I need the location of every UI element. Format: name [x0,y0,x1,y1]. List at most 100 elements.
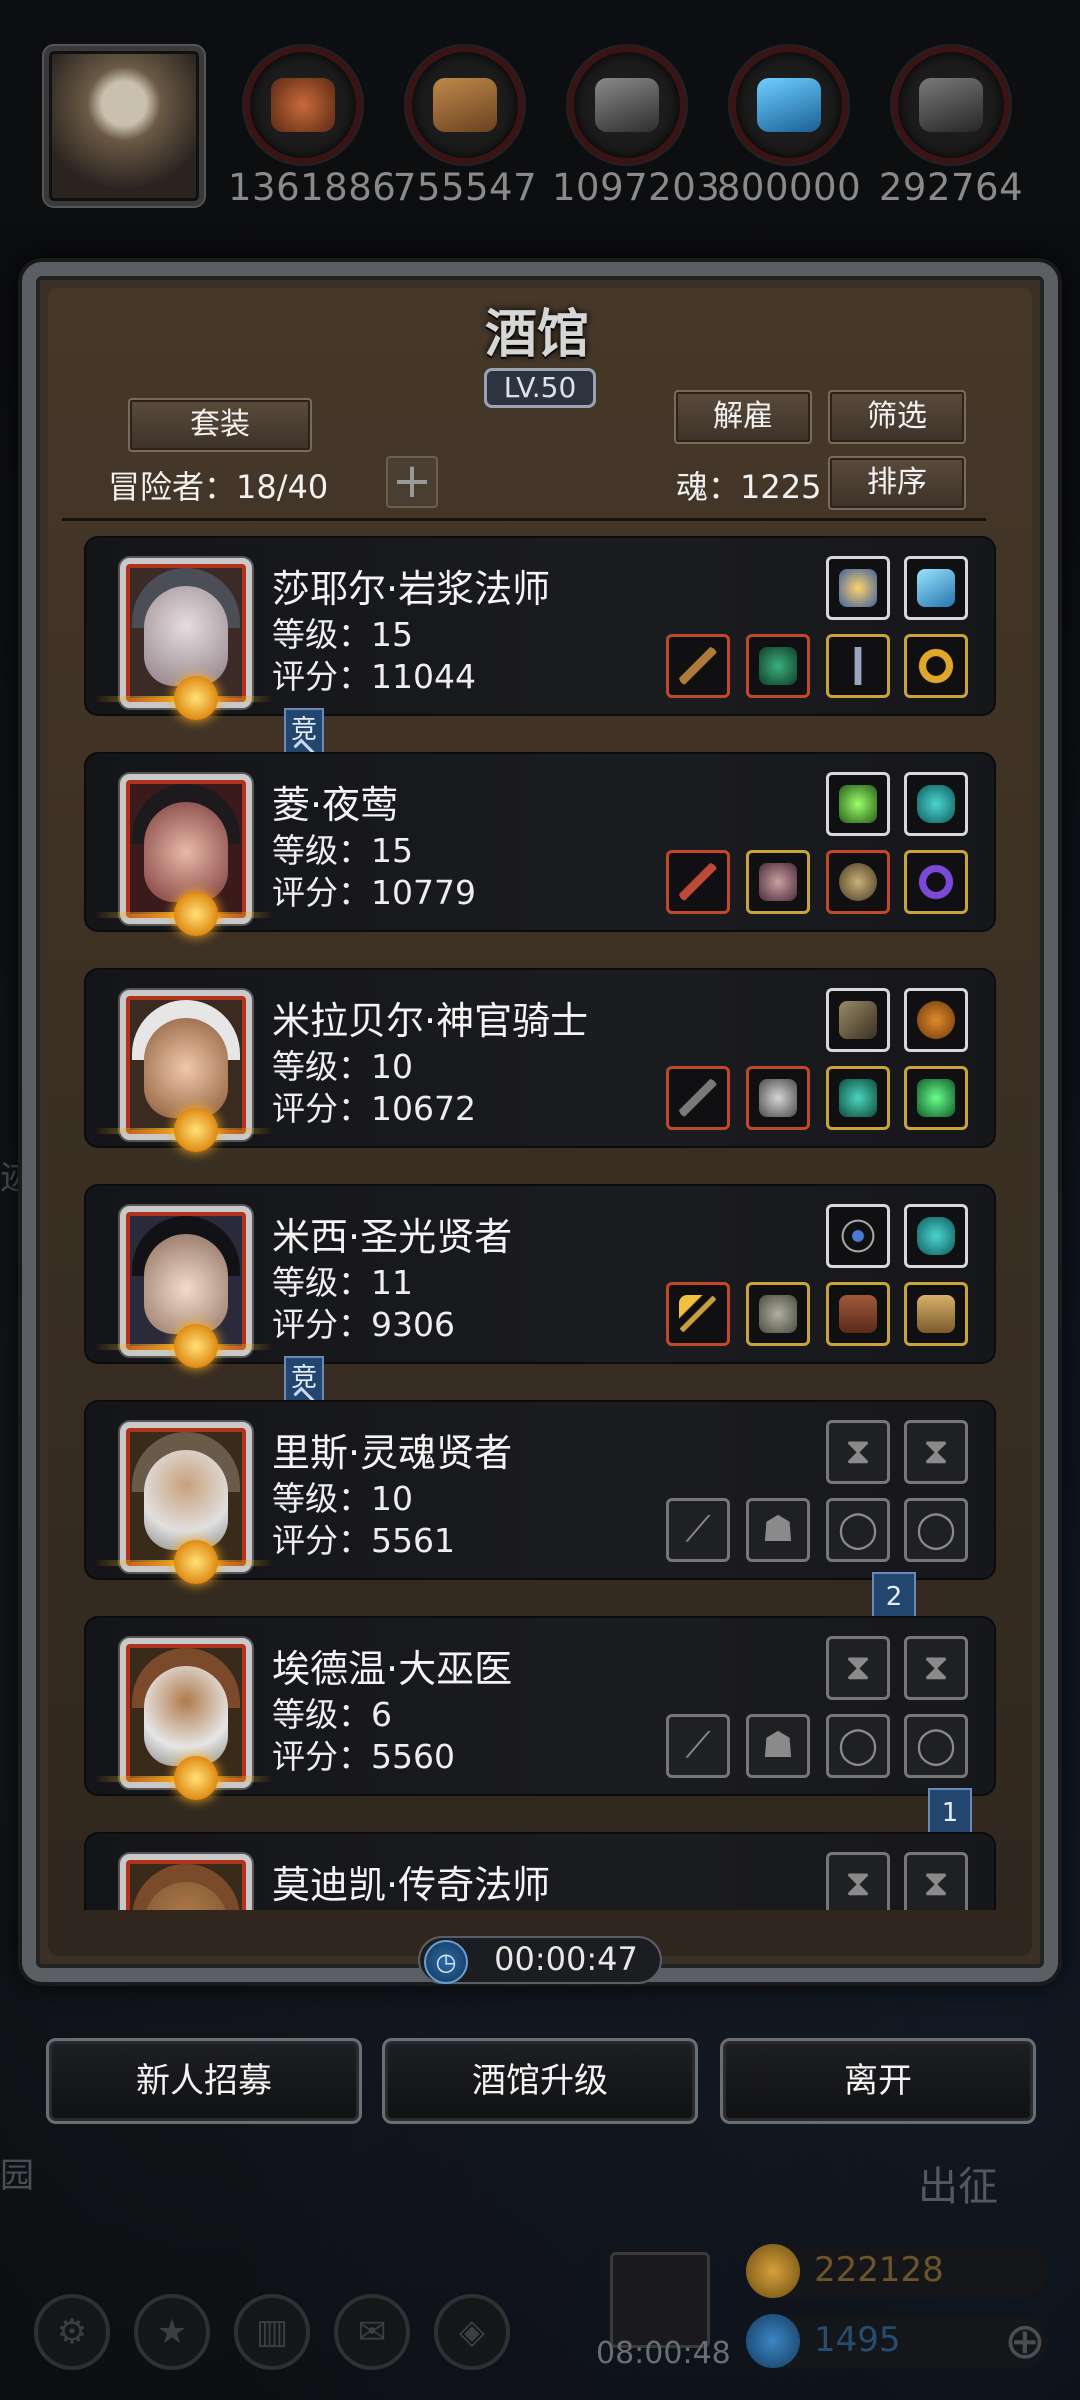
adventurer-level: 等级：15 [272,615,413,654]
rank-medal-icon [174,1540,218,1584]
leave-button[interactable]: 离开 [720,2038,1036,2124]
adventurer-score: 评分：5560 [272,1737,455,1776]
dismiss-button[interactable]: 解雇 [674,390,812,444]
resource-value: 1097203 [552,166,721,209]
empty-ring-slot-icon[interactable]: ◯ [904,1714,968,1778]
fur-armor-icon[interactable] [746,1282,810,1346]
adventurer-score: 评分：9306 [272,1305,455,1344]
staff-icon[interactable] [666,634,730,698]
adventurer-card[interactable]: ☗ 埃德温·大巫医 等级：6 评分：5560 ⧗ ⧗ ⟋ ☗ ◯ ◯ [84,1616,996,1800]
empty-weapon-slot-icon[interactable]: ⟋ [666,1498,730,1562]
adventurer-level: 等级：10 [272,1479,413,1518]
adventurer-card[interactable]: 菱·夜莺 等级：15 评分：10779 [84,752,996,936]
filter-button[interactable]: 筛选 [828,390,966,444]
empty-ring-slot-icon[interactable]: ◯ [904,1498,968,1562]
adventurer-name: 菱·夜莺 [272,783,399,827]
sort-button[interactable]: 排序 [828,456,966,510]
crystal-icon [757,78,821,132]
resource-value: 755547 [392,166,538,209]
recruit-button[interactable]: 新人招募 [46,2038,362,2124]
upgrade-tavern-button[interactable]: 酒馆升级 [382,2038,698,2124]
player-avatar[interactable] [44,46,204,206]
scroll-icon[interactable] [904,1282,968,1346]
adventurer-name: 米拉贝尔·神官骑士 [272,999,589,1043]
necklace-icon[interactable] [826,1204,890,1268]
rank-medal-icon [174,1324,218,1368]
empty-accessory-slot-icon[interactable]: ⧗ [826,1636,890,1700]
adventurer-score: 评分：10672 [272,1089,476,1128]
adventurer-card[interactable]: ☗ 里斯·灵魂贤者 等级：10 评分：5561 ⧗ ⧗ ⟋ ☗ ◯ ◯ [84,1400,996,1584]
gem-stone-icon[interactable] [904,1204,968,1268]
tavern-title: 酒馆 [484,304,589,365]
crystal-shard-icon[interactable] [904,556,968,620]
adventurer-level: 等级：10 [272,1047,413,1086]
adventurer-level: 等级：6 [272,1695,392,1734]
resource-steel: 292764 [876,46,1026,209]
adventurer-score: 评分：11044 [272,657,476,696]
pumpkin-icon[interactable] [904,988,968,1052]
resource-value: 1361886 [228,166,397,209]
empty-accessory-slot-icon[interactable]: ⧗ [904,1852,968,1910]
resource-value: 800000 [716,166,862,209]
adventurer-list[interactable]: 莎耶尔·岩浆法师 等级：15 评分：11044 竞 菱·夜莺 等级：15 评分：… [84,536,996,1910]
gold-value: 222128 [814,2250,944,2290]
empty-weapon-slot-icon[interactable]: ⟋ [666,1714,730,1778]
adventurer-score: 评分：5561 [272,1521,455,1560]
adventurer-count: 冒险者：18/40 [108,468,329,506]
empty-accessory-slot-icon[interactable]: ⧗ [904,1420,968,1484]
adventurer-name: 埃德温·大巫医 [272,1647,513,1691]
boots-icon[interactable] [826,1282,890,1346]
tavern-level: LV.50 [484,368,596,408]
ore-icon [271,78,335,132]
emerald-icon[interactable] [904,1066,968,1130]
bracer-icon[interactable] [826,1066,890,1130]
gem-stone-icon[interactable] [904,772,968,836]
hammer-icon[interactable] [666,1282,730,1346]
adventurer-level: 等级：11 [272,1263,413,1302]
plate-armor-icon[interactable] [746,1066,810,1130]
empty-accessory-slot-icon[interactable]: ⧗ [826,1420,890,1484]
empty-armor-slot-icon[interactable]: ☗ [746,1498,810,1562]
empty-accessory-slot-icon[interactable]: ⧗ [826,1852,890,1910]
star-icon: ★ [134,2294,210,2370]
rank-medal-icon [174,676,218,720]
gift-box-icon [610,2252,710,2348]
wood-icon [433,78,497,132]
ring-icon[interactable] [904,634,968,698]
adventurer-card[interactable]: 米西·圣光贤者 等级：11 评分：9306 [84,1184,996,1368]
resource-crystal: 800000 [714,46,864,209]
empty-accessory-slot-icon[interactable]: ⧗ [904,1636,968,1700]
armor-icon[interactable] [746,850,810,914]
adventurer-card[interactable]: 米拉贝尔·神官骑士 等级：10 评分：10672 [84,968,996,1152]
horn-icon[interactable] [826,988,890,1052]
adventurer-name: 里斯·灵魂贤者 [272,1431,513,1475]
gold-coin-icon [746,2244,800,2298]
lantern-icon[interactable] [826,556,890,620]
empty-ring-slot-icon[interactable]: ◯ [826,1498,890,1562]
set-button[interactable]: 套装 [128,398,312,452]
adventurer-card[interactable]: 莎耶尔·岩浆法师 等级：15 评分：11044 [84,536,996,720]
add-icon: ⊕ [1004,2312,1046,2370]
dagger-icon[interactable] [826,634,890,698]
spear-icon[interactable] [666,850,730,914]
mail-icon: ✉ [334,2294,410,2370]
steel-icon [919,78,983,132]
shield-icon[interactable] [826,850,890,914]
rank-medal-icon [174,892,218,936]
empty-armor-slot-icon[interactable]: ☗ [746,1714,810,1778]
robe-icon[interactable] [746,634,810,698]
ring-icon[interactable] [904,850,968,914]
expand-capacity-button[interactable]: + [386,456,438,508]
dice-icon: ◈ [434,2294,510,2370]
adventurer-card[interactable]: 莫迪凯·传奇法师 ⧗ ⧗ [84,1832,996,1910]
clock-icon: ◷ [424,1940,468,1984]
header-divider [62,518,986,521]
adventurer-name: 莎耶尔·岩浆法师 [272,567,551,611]
adventurer-name: 米西·圣光贤者 [272,1215,513,1259]
resource-value: 292764 [878,166,1024,209]
empty-ring-slot-icon[interactable]: ◯ [826,1714,890,1778]
mace-icon[interactable] [666,1066,730,1130]
adventurer-portrait [120,1854,252,1910]
gem-icon [746,2314,800,2368]
lantern-icon[interactable] [826,772,890,836]
